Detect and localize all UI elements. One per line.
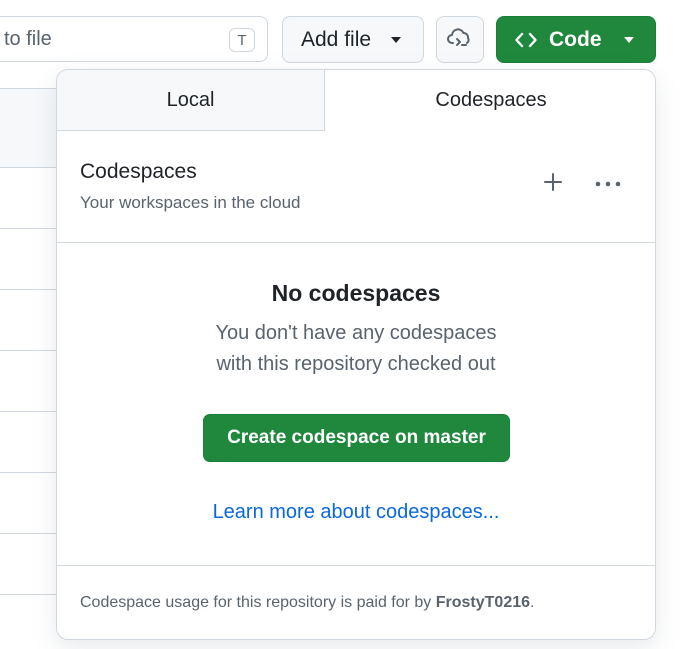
table-row[interactable] <box>0 290 60 351</box>
add-file-label: Add file <box>301 27 372 51</box>
table-row[interactable] <box>0 229 60 290</box>
add-file-button[interactable]: Add file <box>282 16 424 63</box>
panel-tabs: Local Codespaces <box>57 70 655 131</box>
table-row[interactable] <box>0 534 60 595</box>
tab-local[interactable]: Local <box>57 70 325 131</box>
empty-state: No codespaces You don't have any codespa… <box>57 243 655 566</box>
code-button-label: Code <box>549 27 602 51</box>
go-to-file-input[interactable]: to file T <box>0 16 268 62</box>
empty-state-description: You don't have any codespaces with this … <box>57 318 655 380</box>
file-list-header <box>0 89 60 168</box>
codespaces-header: Codespaces Your workspaces in the cloud <box>57 131 655 243</box>
open-codespace-button[interactable] <box>436 16 484 63</box>
usage-footer-text: Codespace usage for this repository is p… <box>80 594 436 611</box>
usage-footer-suffix: . <box>530 594 535 611</box>
create-codespace-button[interactable]: Create codespace on master <box>203 414 510 462</box>
table-row[interactable] <box>0 473 60 534</box>
code-brackets-icon <box>515 32 537 48</box>
code-button[interactable]: Code <box>496 16 656 63</box>
table-row[interactable] <box>0 351 60 412</box>
billing-owner: FrostyT0216 <box>435 594 531 611</box>
kebab-horizontal-icon <box>594 175 622 193</box>
chevron-down-icon <box>623 36 634 43</box>
file-list <box>0 88 60 649</box>
chevron-down-icon <box>391 36 402 43</box>
plus-icon <box>543 172 563 197</box>
more-options-button[interactable] <box>590 166 626 202</box>
cloud-code-icon <box>447 26 473 53</box>
empty-state-title: No codespaces <box>271 280 441 306</box>
go-to-file-placeholder: to file <box>4 27 52 50</box>
learn-more-link[interactable]: Learn more about codespaces... <box>57 501 655 524</box>
keyboard-shortcut-badge: T <box>229 28 255 52</box>
usage-footer: Codespace usage for this repository is p… <box>80 594 534 612</box>
table-row[interactable] <box>0 412 60 473</box>
codespaces-subtitle: Your workspaces in the cloud <box>80 193 301 212</box>
tab-codespaces[interactable]: Codespaces <box>325 70 655 131</box>
empty-state-description-line: You don't have any codespaces <box>215 322 497 344</box>
new-codespace-button[interactable] <box>535 166 571 202</box>
table-row[interactable] <box>0 168 60 229</box>
codespaces-title: Codespaces <box>80 160 197 183</box>
empty-state-description-line: with this repository checked out <box>216 353 496 375</box>
code-dropdown-panel: Local Codespaces Codespaces Your workspa… <box>56 69 656 640</box>
